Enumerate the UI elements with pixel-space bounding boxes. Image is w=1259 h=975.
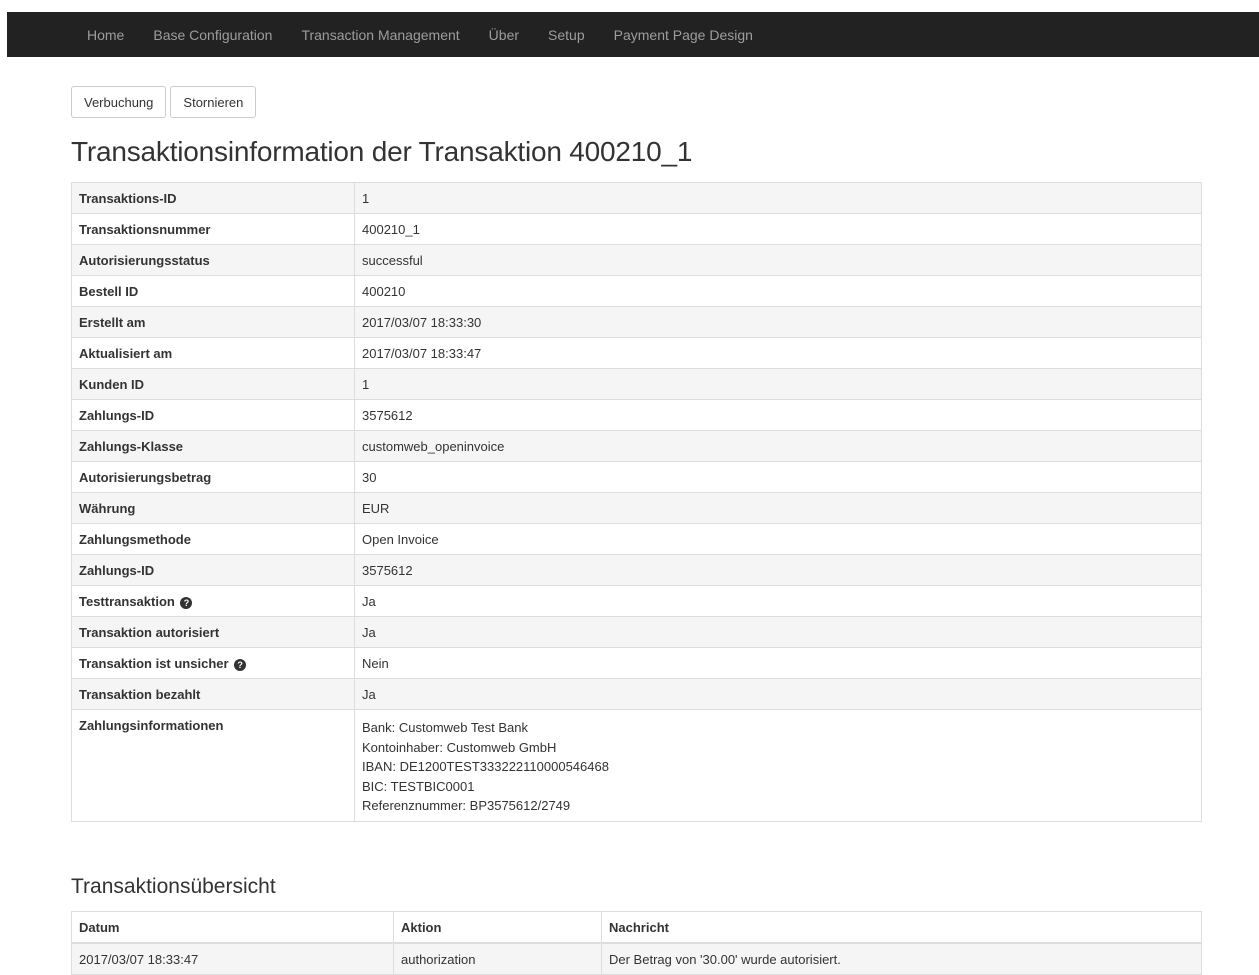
payment-info-bank: Bank: Customweb Test Bank — [362, 720, 528, 735]
row-key-label: Autorisierungsbetrag — [79, 469, 212, 485]
row-value: 2017/03/07 18:33:47 — [354, 337, 1202, 369]
question-circle-icon[interactable]: ? — [180, 596, 193, 609]
table-row: Transaktionsnummer 400210_1 — [71, 213, 1202, 245]
table-row: Zahlungs-ID 3575612 — [71, 554, 1202, 586]
payment-info-bic: BIC: TESTBIC0001 — [362, 778, 475, 794]
row-key-label: Testtransaktion — [79, 593, 175, 609]
row-key-label: Transaktion bezahlt — [79, 686, 201, 702]
row-value: 400210_1 — [354, 213, 1202, 245]
row-value: successful — [354, 244, 1202, 276]
row-key-label: Erstellt am — [79, 314, 146, 330]
nav-item-transaction-management[interactable]: Transaction Management — [301, 27, 459, 43]
row-key: Erstellt am — [71, 306, 355, 338]
table-row: Testtransaktion ? Ja — [71, 585, 1202, 617]
action-button-group: Verbuchung Stornieren — [71, 86, 260, 118]
nav-item-home[interactable]: Home — [87, 27, 124, 43]
row-key-label: Zahlungs-Klasse — [79, 438, 184, 454]
nav-item-uber[interactable]: Über — [489, 27, 519, 43]
row-key: Währung — [71, 492, 355, 524]
row-key: Zahlungs-Klasse — [71, 430, 355, 462]
row-value: 3575612 — [354, 554, 1202, 586]
row-key-label: Währung — [79, 500, 136, 516]
table-row: Zahlungs-Klasse customweb_openinvoice — [71, 430, 1202, 462]
row-key: Transaktions-ID — [71, 182, 355, 214]
table-row: Autorisierungsstatus successful — [71, 244, 1202, 276]
row-key-label: Transaktions-ID — [79, 190, 177, 206]
column-header-date: Datum — [71, 911, 394, 944]
overview-title: Transaktionsübersicht — [71, 875, 276, 898]
row-key-label: Transaktion ist unsicher — [79, 655, 229, 671]
table-row: Bestell ID 400210 — [71, 275, 1202, 307]
row-key: Transaktionsnummer — [71, 213, 355, 245]
row-value: 400210 — [354, 275, 1202, 307]
table-row: Autorisierungsbetrag 30 — [71, 461, 1202, 493]
row-key: Transaktion ist unsicher ? — [71, 647, 355, 679]
question-circle-icon[interactable]: ? — [234, 658, 247, 671]
row-key: Transaktion autorisiert — [71, 616, 355, 648]
column-header-message: Nachricht — [601, 911, 1202, 944]
row-value: Ja — [354, 678, 1202, 710]
table-row: Erstellt am 2017/03/07 18:33:30 — [71, 306, 1202, 338]
row-key: Autorisierungsstatus — [71, 244, 355, 276]
row-value: 30 — [354, 461, 1202, 493]
row-key-label: Zahlungs-ID — [79, 562, 155, 578]
table-row: Währung EUR — [71, 492, 1202, 524]
column-header-action: Aktion — [393, 911, 602, 944]
table-row: Transaktion ist unsicher ? Nein — [71, 647, 1202, 679]
payment-info-account-holder: Kontoinhaber: Customweb GmbH — [362, 739, 557, 755]
row-value: 3575612 — [354, 399, 1202, 431]
table-row: Aktualisiert am 2017/03/07 18:33:47 — [71, 337, 1202, 369]
row-key: Zahlungsinformationen — [71, 709, 355, 822]
nav-item-base-configuration[interactable]: Base Configuration — [153, 27, 272, 43]
transaction-info-table: Transaktions-ID 1 Transaktionsnummer 400210… — [71, 182, 1202, 822]
row-key-label: Zahlungsmethode — [79, 531, 191, 547]
row-value: Ja — [354, 585, 1202, 617]
table-row-payment-info: Zahlungsinformationen Bank: Customweb Te… — [71, 709, 1202, 822]
table-row: Transaktions-ID 1 — [71, 182, 1202, 214]
page-title: Transaktionsinformation der Transaktion … — [71, 136, 693, 167]
row-key-label: Transaktion autorisiert — [79, 624, 220, 640]
row-key: Zahlungs-ID — [71, 399, 355, 431]
row-value: EUR — [354, 492, 1202, 524]
row-key-label: Kunden ID — [79, 376, 144, 392]
row-key-label: Bestell ID — [79, 283, 139, 299]
table-header-row: Datum Aktion Nachricht — [71, 911, 1202, 944]
top-navbar: Home Base Configuration Transaction Mana… — [7, 12, 1259, 57]
row-key-label: Autorisierungsstatus — [79, 252, 210, 268]
row-key: Testtransaktion ? — [71, 585, 355, 617]
row-key-label: Zahlungs-ID — [79, 407, 155, 423]
payment-info-iban: IBAN: DE1200TEST333222110000546468 — [362, 759, 609, 774]
table-row: Zahlungs-ID 3575612 — [71, 399, 1202, 431]
row-value: customweb_openinvoice — [354, 430, 1202, 462]
row-key: Bestell ID — [71, 275, 355, 307]
cancel-button[interactable]: Stornieren — [170, 86, 257, 118]
row-key-label: Transaktionsnummer — [79, 221, 211, 237]
row-value: 1 — [354, 182, 1202, 214]
nav-item-payment-page-design[interactable]: Payment Page Design — [614, 27, 753, 43]
table-row: Zahlungsmethode Open Invoice — [71, 523, 1202, 555]
row-key: Aktualisiert am — [71, 337, 355, 369]
nav-item-setup[interactable]: Setup — [548, 27, 585, 43]
row-value: Open Invoice — [354, 523, 1202, 555]
row-value: 2017/03/07 18:33:30 — [354, 306, 1202, 338]
row-key-label: Aktualisiert am — [79, 345, 173, 361]
payment-info-reference: Referenznummer: BP3575612/2749 — [362, 798, 571, 813]
row-value: Ja — [354, 616, 1202, 648]
row-key: Autorisierungsbetrag — [71, 461, 355, 493]
table-row: Kunden ID 1 — [71, 368, 1202, 400]
row-value: 1 — [354, 368, 1202, 400]
capture-button[interactable]: Verbuchung — [71, 86, 167, 118]
row-key: Zahlungsmethode — [71, 523, 355, 555]
row-key: Transaktion bezahlt — [71, 678, 355, 710]
table-row: Transaktion autorisiert Ja — [71, 616, 1202, 648]
row-value: Nein — [354, 647, 1202, 679]
row-key: Zahlungs-ID — [71, 554, 355, 586]
row-key: Kunden ID — [71, 368, 355, 400]
transaction-overview-table: Datum Aktion Nachricht 2017/03/07 18:33:… — [71, 911, 1202, 975]
table-row: Transaktion bezahlt Ja — [71, 678, 1202, 710]
row-value: Bank: Customweb Test Bank Kontoinhaber: … — [354, 709, 1202, 822]
